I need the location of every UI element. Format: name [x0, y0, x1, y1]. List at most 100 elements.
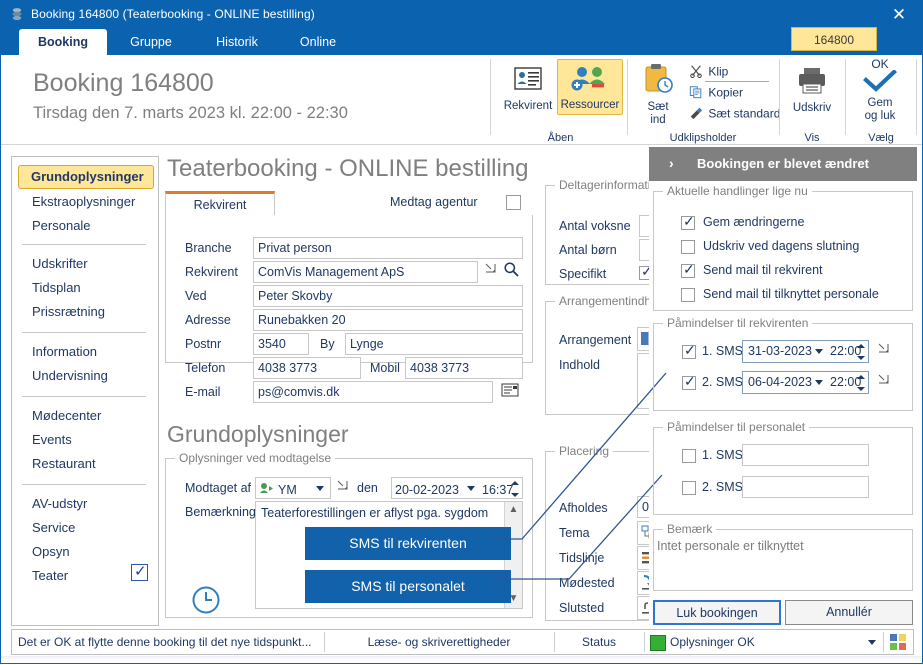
- kopier-button[interactable]: Kopier: [687, 85, 743, 102]
- rekvirent-button[interactable]: Rekvirent: [499, 61, 557, 113]
- sidebar-item-restaurant[interactable]: Restaurant: [20, 453, 148, 475]
- modtaget-af-expand-icon[interactable]: [337, 480, 348, 494]
- personale-sms1-label: 1. SMS: [702, 448, 743, 462]
- rekvirent-sms2-label: 2. SMS: [702, 375, 743, 389]
- sidebar-item-personale[interactable]: Personale: [20, 215, 148, 237]
- expand-dialog-icon[interactable]: [485, 263, 496, 277]
- udskriv-ved-dagens-slutning-checkbox[interactable]: [681, 240, 695, 254]
- rekvirent-sms1-expand-icon[interactable]: [878, 343, 889, 357]
- rekvirent-sms1-chevron-down-icon[interactable]: [815, 349, 823, 354]
- udskriv-button[interactable]: Udskriv: [784, 63, 840, 115]
- ressourcer-button[interactable]: Ressourcer: [557, 59, 623, 115]
- mobil-input[interactable]: [405, 357, 523, 379]
- medtag-agentur-checkbox[interactable]: [506, 195, 521, 210]
- tab-gruppe[interactable]: Gruppe: [111, 29, 191, 55]
- arrangement-picker-icon[interactable]: [637, 327, 649, 351]
- personale-sms1-checkbox[interactable]: [682, 449, 696, 463]
- sidebar-item-service[interactable]: Service: [20, 517, 148, 539]
- annuller-button[interactable]: Annullér: [785, 600, 913, 625]
- sidebar-item-teater[interactable]: Teater: [20, 565, 148, 587]
- telefon-input[interactable]: [253, 357, 361, 379]
- sidebar-item-ekstraoplysninger[interactable]: Ekstraoplysninger: [20, 191, 148, 213]
- status-chevron-down-icon[interactable]: [868, 640, 876, 645]
- saet-standard-button[interactable]: Sæt standard: [687, 106, 780, 123]
- email-input[interactable]: [253, 381, 493, 403]
- time-spinner[interactable]: [511, 481, 519, 497]
- tab-historik[interactable]: Historik: [197, 29, 277, 55]
- rekvirent-button-label: Rekvirent: [503, 100, 553, 112]
- telefon-label: Telefon: [185, 361, 226, 375]
- email-icon[interactable]: [501, 382, 519, 401]
- modested-picker-icon[interactable]: [637, 571, 649, 595]
- sidebar-item-udskrifter[interactable]: Udskrifter: [20, 253, 148, 275]
- slutsted-picker-icon[interactable]: [637, 596, 649, 620]
- personale-sms2-label: 2. SMS: [702, 480, 743, 494]
- rekvirent-sms2-expand-icon[interactable]: [878, 374, 889, 388]
- personale-sms2-checkbox[interactable]: [682, 481, 696, 495]
- by-input[interactable]: [345, 333, 523, 355]
- sidebar-item-tidsplan[interactable]: Tidsplan: [20, 277, 148, 299]
- gem-label-1: Gem: [867, 97, 893, 109]
- rekvirent-label: Rekvirent: [185, 265, 238, 279]
- adresse-input[interactable]: [253, 309, 523, 331]
- tab-rekvirent[interactable]: Rekvirent: [165, 191, 275, 216]
- postnr-label: Postnr: [185, 337, 222, 351]
- scroll-up-icon[interactable]: ▲: [505, 502, 522, 519]
- color-grid-icon[interactable]: [890, 634, 907, 654]
- sidebar-item-av-udstyr[interactable]: AV-udstyr: [20, 493, 148, 515]
- modtaget-datetime-field[interactable]: 20-02-2023 16:37: [391, 477, 523, 499]
- rekvirent-sms1-date: 31-03-2023: [748, 344, 812, 358]
- sidebar-item-information[interactable]: Information: [20, 341, 148, 363]
- teater-checkbox[interactable]: [131, 562, 148, 581]
- sidebar-item-prissaetning[interactable]: Prissrætning: [20, 301, 148, 323]
- scissors-icon: [687, 64, 705, 81]
- branche-input[interactable]: [253, 237, 523, 259]
- sidebar-item-grundoplysninger[interactable]: Grundoplysninger: [18, 165, 154, 189]
- sms-til-personalet-button[interactable]: SMS til personalet: [305, 570, 511, 603]
- modtaget-af-dropdown[interactable]: YM: [255, 477, 331, 499]
- notification-bar[interactable]: › Bookingen er blevet ændret: [649, 147, 917, 181]
- tema-picker-icon[interactable]: [637, 521, 649, 545]
- rekvirent-input[interactable]: [253, 261, 478, 283]
- antal-born-input[interactable]: [639, 239, 649, 261]
- search-icon[interactable]: [503, 261, 520, 281]
- postnr-input[interactable]: [253, 333, 309, 355]
- ok-label: OK: [871, 57, 889, 71]
- chevron-down-icon[interactable]: [316, 486, 324, 491]
- tab-online[interactable]: Online: [283, 29, 353, 55]
- send-mail-til-rekvirent-checkbox[interactable]: [681, 261, 695, 278]
- sidebar-item-opsyn[interactable]: Opsyn: [20, 541, 148, 563]
- date-chevron-down-icon[interactable]: [467, 486, 475, 491]
- specifikt-checkbox[interactable]: [639, 263, 649, 280]
- indhold-textarea[interactable]: [637, 353, 649, 409]
- close-icon[interactable]: ✕: [882, 3, 916, 27]
- gem-aendringerne-checkbox[interactable]: [681, 213, 695, 230]
- tab-booking[interactable]: Booking: [19, 29, 107, 55]
- gem-og-luk-button[interactable]: OK Gem og luk: [849, 57, 911, 122]
- rekvirent-sms2-checkbox[interactable]: [682, 373, 696, 390]
- klip-button[interactable]: Klip: [687, 64, 728, 81]
- rekvirent-sms1-spinner[interactable]: [857, 344, 865, 360]
- sidebar-item-modecenter[interactable]: Mødecenter: [20, 405, 148, 427]
- afholdes-input[interactable]: [637, 496, 649, 518]
- personale-sms1-input[interactable]: [742, 444, 869, 466]
- group-oplysninger-label: Oplysninger ved modtagelse: [175, 451, 336, 465]
- luk-bookingen-button[interactable]: Luk bookingen: [653, 600, 781, 625]
- sidebar-item-undervisning[interactable]: Undervisning: [20, 365, 148, 387]
- rekvirent-sms1-datetime[interactable]: 31-03-2023 22:00: [742, 340, 869, 363]
- window-bottom-shadow: [1, 656, 922, 660]
- rekvirent-sms2-datetime[interactable]: 06-04-2023 22:00: [742, 371, 869, 394]
- rekvirent-sms2-chevron-down-icon[interactable]: [815, 380, 823, 385]
- ribbon-tabs: Booking Gruppe Historik Online: [1, 29, 922, 55]
- sms-til-rekvirenten-button[interactable]: SMS til rekvirenten: [305, 527, 511, 560]
- saet-ind-button[interactable]: Sæt ind: [633, 61, 683, 126]
- rekvirent-sms1-checkbox[interactable]: [682, 342, 696, 359]
- antal-voksne-input[interactable]: [639, 215, 649, 237]
- sidebar-item-events[interactable]: Events: [20, 429, 148, 451]
- send-mail-til-personale-checkbox[interactable]: [681, 288, 695, 302]
- tidslinje-picker-icon[interactable]: [637, 546, 649, 570]
- status-bar: Det er OK at flytte denne booking til de…: [11, 629, 914, 655]
- ved-input[interactable]: [253, 285, 523, 307]
- rekvirent-sms2-spinner[interactable]: [857, 375, 865, 391]
- personale-sms2-input[interactable]: [742, 476, 869, 498]
